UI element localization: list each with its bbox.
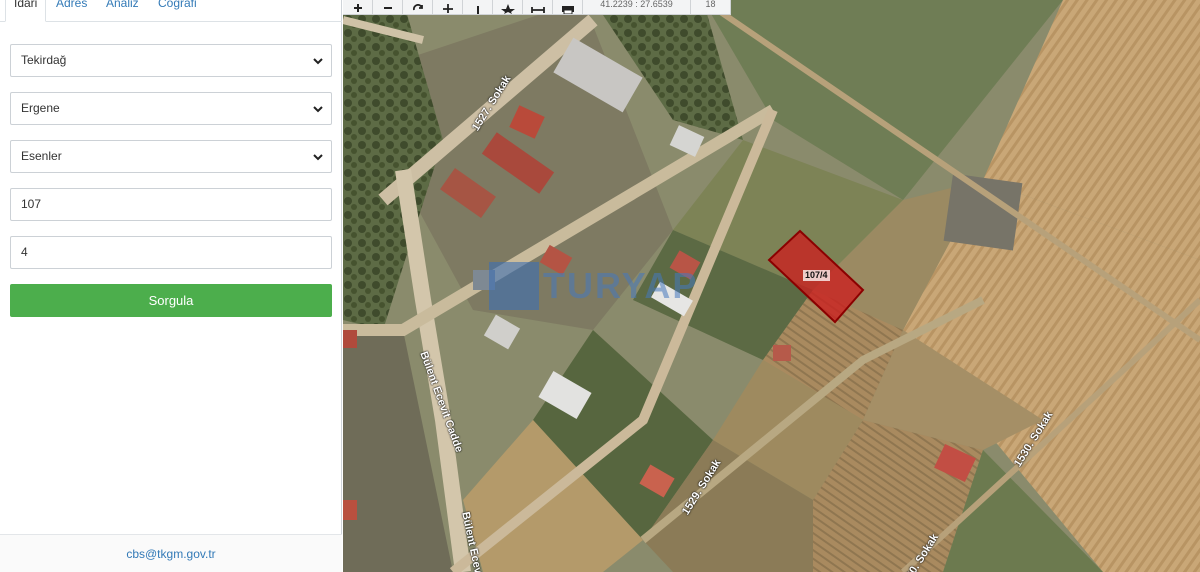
chevron-down-icon — [313, 58, 323, 65]
tab-analiz[interactable]: Analiz — [106, 0, 139, 22]
coordinate-readout: 41.2239 : 27.6539 — [583, 0, 691, 15]
chevron-down-icon — [313, 106, 323, 113]
tab-adres[interactable]: Adres — [56, 0, 87, 22]
chevron-down-icon — [313, 154, 323, 161]
query-button[interactable]: Sorgula — [10, 284, 332, 317]
app: İdari Adres Analiz Coğrafi Tekirdağ Erge… — [0, 0, 1200, 572]
map-toolbar: 41.2239 : 27.6539 18 — [343, 0, 731, 15]
map-view[interactable]: 41.2239 : 27.6539 18 1527. Sokak Bülent … — [343, 0, 1200, 572]
info-icon — [476, 6, 479, 14]
tab-idari[interactable]: İdari — [5, 0, 47, 22]
favorite-button[interactable] — [493, 0, 523, 15]
zoom-out-button[interactable] — [373, 0, 403, 15]
parcel-label: 107/4 — [803, 270, 830, 281]
tab-bar: İdari Adres Analiz Coğrafi — [0, 0, 342, 22]
refresh-icon — [412, 4, 423, 11]
parsel-value: 4 — [21, 245, 28, 259]
ada-value: 107 — [21, 197, 42, 211]
pan-icon — [442, 4, 453, 13]
contact-email[interactable]: cbs@tkgm.gov.tr — [0, 534, 342, 572]
ilce-value: Ergene — [21, 101, 60, 115]
zoom-in-button[interactable] — [343, 0, 373, 15]
pan-button[interactable] — [433, 0, 463, 15]
measure-button[interactable] — [523, 0, 553, 15]
watermark-text: TURYAP — [543, 265, 699, 306]
zoom-in-icon — [353, 4, 362, 12]
zoom-level: 18 — [691, 0, 731, 15]
watermark: TURYAP — [489, 262, 698, 310]
info-button[interactable] — [463, 0, 493, 15]
parsel-input[interactable]: 4 — [10, 236, 332, 269]
query-panel: İdari Adres Analiz Coğrafi Tekirdağ Erge… — [0, 0, 342, 572]
il-value: Tekirdağ — [21, 53, 67, 67]
star-icon — [500, 4, 515, 14]
zoom-out-icon — [383, 7, 392, 9]
tab-cografi[interactable]: Coğrafi — [158, 0, 197, 22]
print-button[interactable] — [553, 0, 583, 15]
il-select[interactable]: Tekirdağ — [10, 44, 332, 77]
ilce-select[interactable]: Ergene — [10, 92, 332, 125]
ada-input[interactable]: 107 — [10, 188, 332, 221]
satellite-imagery — [343, 0, 1200, 572]
refresh-button[interactable] — [403, 0, 433, 15]
print-icon — [561, 6, 574, 14]
measure-icon — [530, 7, 545, 13]
mahalle-value: Esenler — [21, 149, 62, 163]
handshake-logo-icon — [489, 262, 539, 310]
mahalle-select[interactable]: Esenler — [10, 140, 332, 173]
